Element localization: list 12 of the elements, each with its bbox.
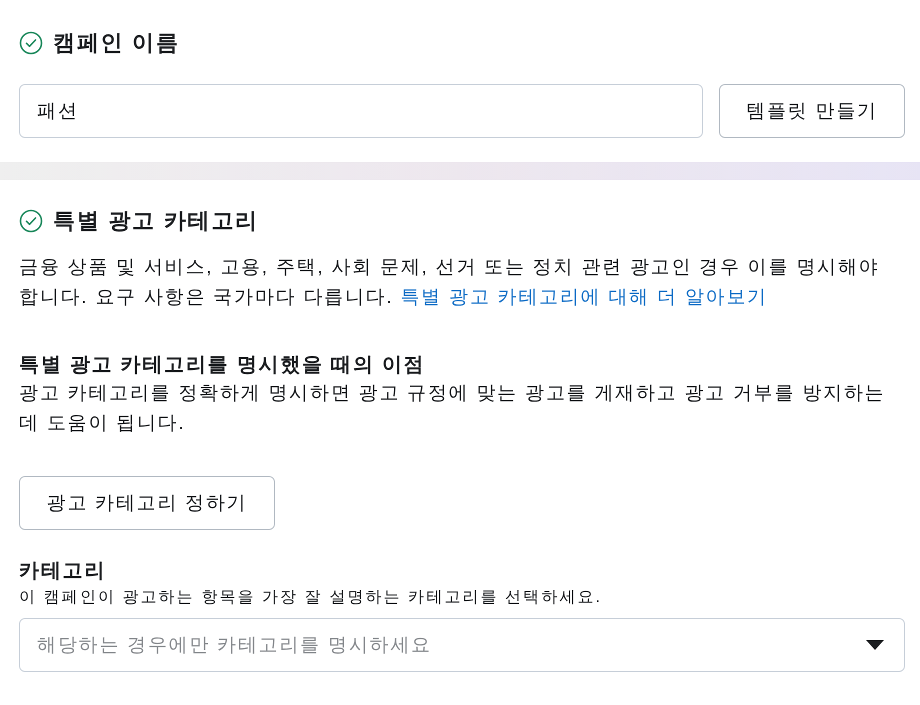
description-text: 금융 상품 및 서비스, 고용, 주택, 사회 문제, 선거 또는 정치 관련 광고인 경우 이를 명시해야 합니다. 요구 사항은 국가마다 다릅니다. 특별 광고 카테고리에 대해 더 알아보기 xyxy=(19,256,880,310)
benefits-text: 광고 카테고리를 정확하게 명시하면 광고 규정에 맞는 광고를 게재하고 광고 거부를 방지하는 데 도움이 됩니다. xyxy=(19,382,886,436)
category-label: 카테고리 xyxy=(19,559,108,584)
define-category-button[interactable]: 광고 카테고리 정하기 xyxy=(19,476,275,530)
create-template-button[interactable]: 템플릿 만들기 xyxy=(719,84,905,138)
caret-icon xyxy=(866,640,884,650)
section-title: 캠페인 이름 xyxy=(53,30,180,56)
learn-more-link[interactable]: 특별 광고 카테고리에 대해 더 알아보기 xyxy=(400,287,768,308)
category-hint: 이 캠페인이 광고하는 항목을 가장 잘 설명하는 카테고리를 선택하세요. xyxy=(19,588,604,608)
campaign-name-field[interactable]: 패션 xyxy=(19,84,703,138)
section-title: 특별 광고 카테고리 xyxy=(53,208,259,234)
benefits-heading: 특별 광고 카테고리를 명시했을 때의 이점 xyxy=(19,353,427,378)
